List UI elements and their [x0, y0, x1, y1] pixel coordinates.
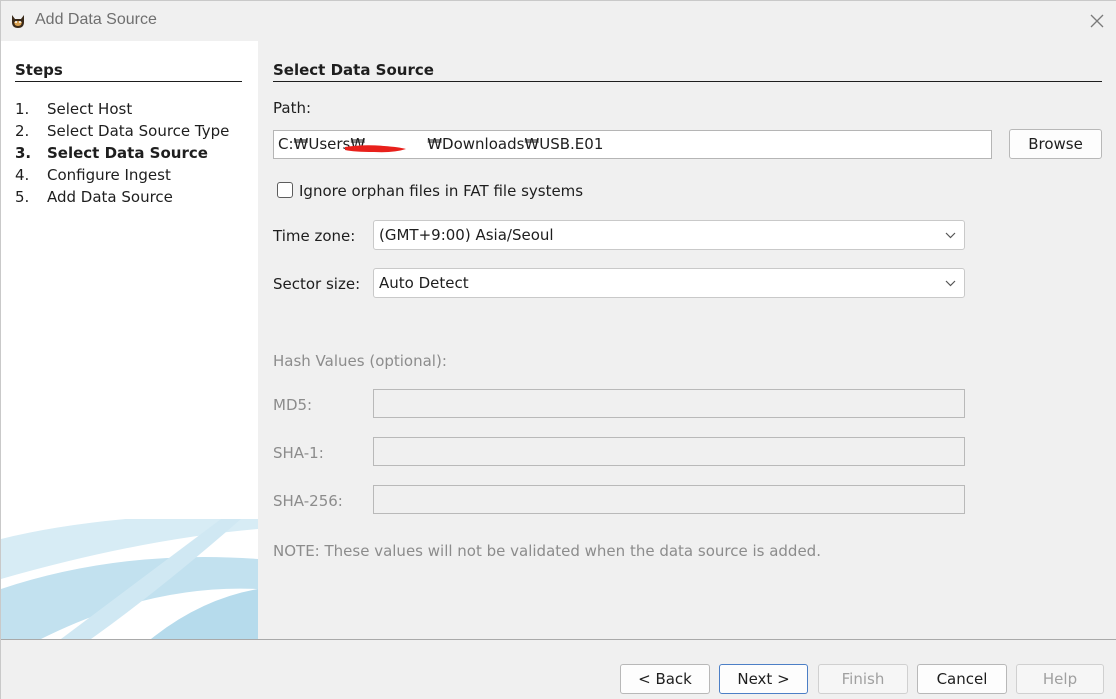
path-input[interactable]: C:₩Users₩ ₩Downloads₩USB.E01: [273, 130, 992, 159]
step-number: 5.: [15, 188, 30, 206]
select-data-source-panel: Select Data Source Path: C:₩Users₩ ₩Downl…: [258, 41, 1116, 639]
help-button-label: Help: [1042, 670, 1078, 688]
finish-button[interactable]: Finish: [818, 664, 908, 694]
hash-values-heading: Hash Values (optional):: [273, 352, 447, 370]
next-button-label: Next >: [737, 670, 790, 688]
path-suffix: ₩Downloads₩USB.E01: [427, 135, 604, 153]
sha256-label: SHA-256:: [273, 492, 343, 510]
steps-list: 1. Select Host 2. Select Data Source Type …: [15, 98, 229, 208]
window-title: Add Data Source: [35, 11, 157, 28]
step-item: 2. Select Data Source Type: [15, 120, 229, 142]
steps-pane: Steps 1. Select Host 2. Select Data Source…: [1, 41, 258, 639]
timezone-select[interactable]: (GMT+9:00) Asia/Seoul: [373, 220, 965, 250]
path-prefix: C:₩Users₩: [278, 135, 366, 153]
cancel-button-label: Cancel: [936, 670, 988, 688]
step-item: 5. Add Data Source: [15, 186, 229, 208]
step-label: Select Data Source: [47, 144, 208, 162]
path-label: Path:: [273, 99, 312, 117]
decorative-swoosh: [1, 519, 258, 639]
sector-size-select[interactable]: Auto Detect: [373, 268, 965, 298]
md5-field[interactable]: [373, 389, 965, 418]
wizard-footer: < Back Next > Finish Cancel Help: [1, 639, 1116, 699]
step-label: Select Host: [47, 100, 133, 118]
back-button-label: < Back: [638, 670, 692, 688]
sha256-field[interactable]: [373, 485, 965, 514]
finish-button-label: Finish: [841, 670, 885, 688]
step-number: 3.: [15, 144, 32, 162]
next-button[interactable]: Next >: [719, 664, 808, 694]
step-label: Add Data Source: [47, 188, 173, 206]
chevron-down-icon: [945, 232, 956, 239]
md5-label: MD5:: [273, 396, 313, 414]
sector-size-label: Sector size:: [273, 275, 361, 293]
step-label: Configure Ingest: [47, 166, 171, 184]
hash-note: NOTE: These values will not be validated…: [273, 542, 821, 560]
sector-size-value: Auto Detect: [379, 274, 469, 292]
timezone-value: (GMT+9:00) Asia/Seoul: [379, 226, 554, 244]
timezone-label: Time zone:: [273, 227, 356, 245]
step-item: 4. Configure Ingest: [15, 164, 229, 186]
step-number: 4.: [15, 166, 30, 184]
step-number: 2.: [15, 122, 30, 140]
sha1-label: SHA-1:: [273, 444, 324, 462]
help-button[interactable]: Help: [1016, 664, 1104, 694]
add-data-source-dialog: Add Data Source Steps 1. Select Host 2. Se…: [0, 0, 1116, 699]
close-icon[interactable]: [1087, 11, 1107, 31]
step-number: 1.: [15, 100, 30, 118]
panel-title: Select Data Source: [273, 61, 1102, 82]
step-label: Select Data Source Type: [47, 122, 230, 140]
step-item: 1. Select Host: [15, 98, 229, 120]
ignore-orphan-label: Ignore orphan files in FAT file systems: [299, 182, 584, 200]
cancel-button[interactable]: Cancel: [917, 664, 1007, 694]
autopsy-dog-icon: [12, 15, 24, 28]
ignore-orphan-checkbox[interactable]: [277, 182, 293, 198]
chevron-down-icon: [945, 280, 956, 287]
step-item-current: 3. Select Data Source: [15, 142, 229, 164]
back-button[interactable]: < Back: [620, 664, 710, 694]
steps-heading: Steps: [15, 61, 242, 82]
sha1-field[interactable]: [373, 437, 965, 466]
browse-button-label: Browse: [1028, 135, 1083, 153]
title-bar: Add Data Source: [1, 1, 1116, 41]
browse-button[interactable]: Browse: [1009, 129, 1102, 159]
